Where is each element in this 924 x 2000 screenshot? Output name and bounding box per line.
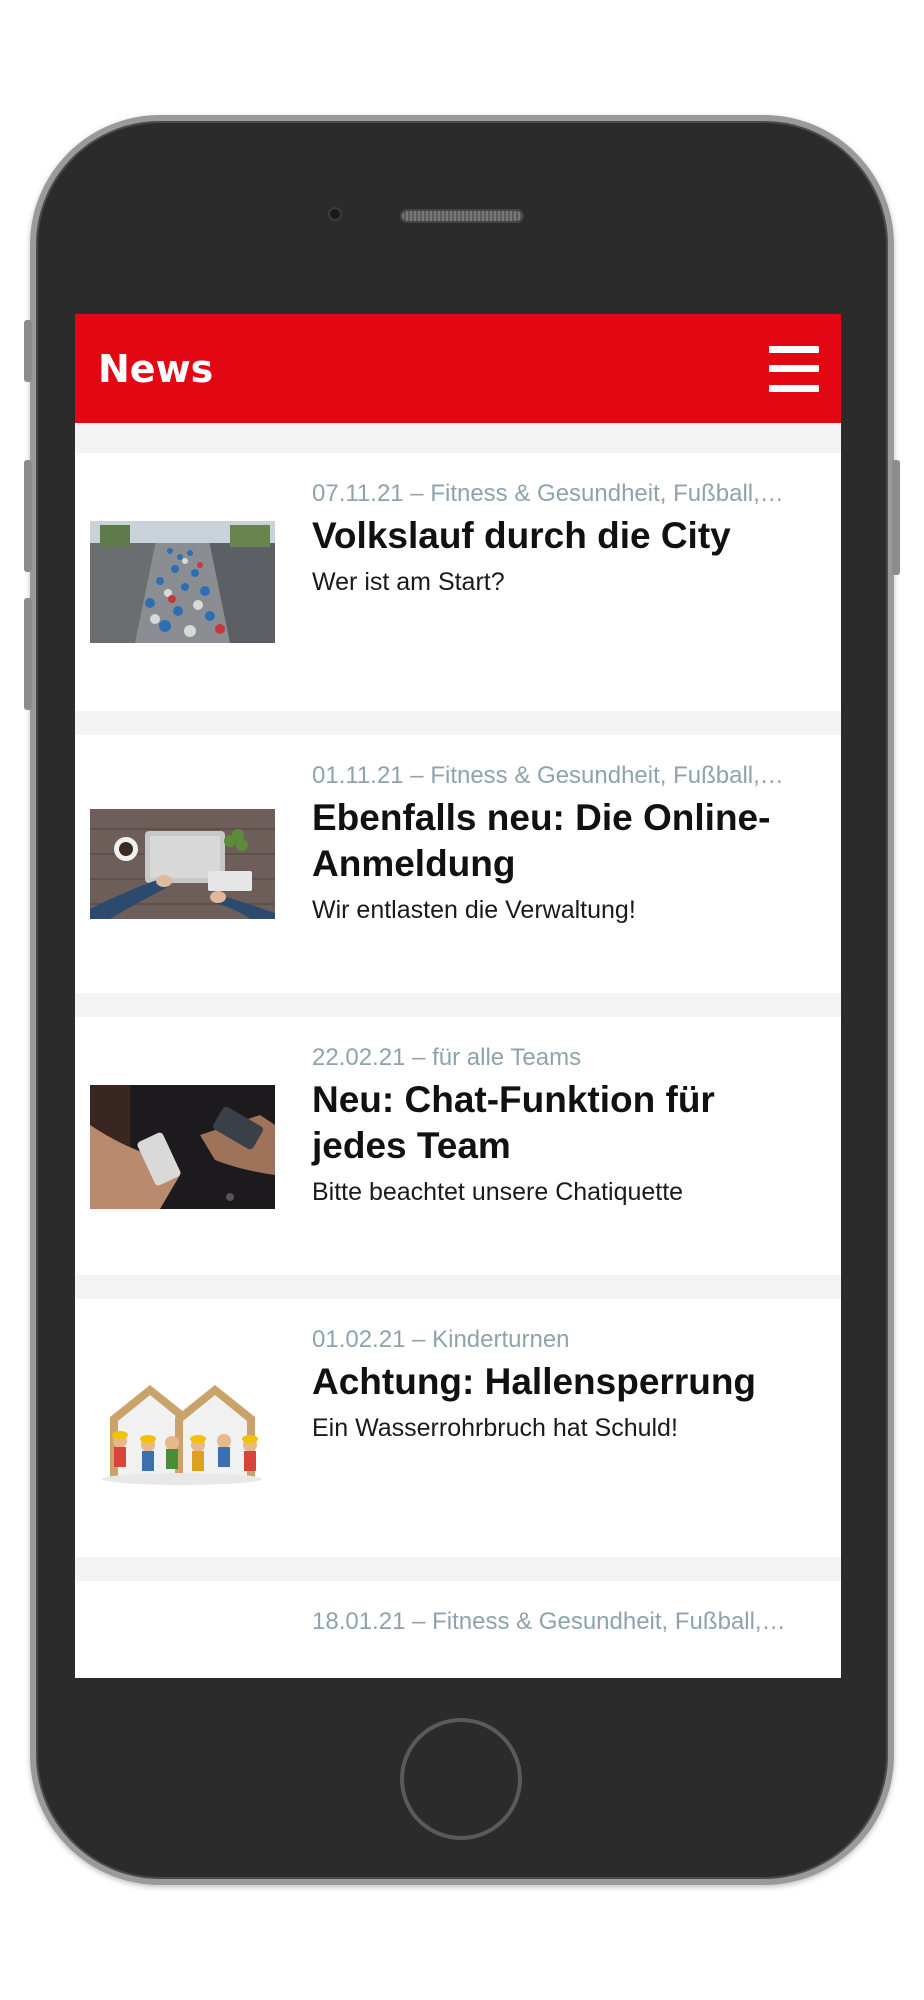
menu-bar-bottom — [769, 384, 819, 392]
news-title: Achtung: Hallensperrung — [312, 1361, 757, 1402]
news-text: 01.02.21 – Kinderturnen Achtung: Hallens… — [312, 1323, 801, 1445]
news-meta: 07.11.21 – Fitness & Gesundheit, Fußball… — [312, 480, 784, 507]
marathon-runners-photo — [90, 521, 275, 643]
mute-switch — [24, 320, 32, 382]
hamburger-menu-icon[interactable] — [769, 345, 819, 392]
volume-up-button — [24, 460, 32, 572]
power-button — [892, 460, 900, 575]
news-list: 07.11.21 – Fitness & Gesundheit, Fußball… — [75, 423, 841, 1678]
earpiece-speaker — [400, 209, 524, 223]
news-title: Ebenfalls neu: Die Online-Anmeldung — [312, 797, 771, 884]
news-subtitle: Bitte beachtet unsere Chatiquette — [312, 1178, 684, 1206]
front-camera — [328, 207, 342, 221]
news-item[interactable]: 01.11.21 – Fitness & Gesundheit, Fußball… — [75, 735, 841, 993]
news-subtitle: Wir entlasten die Verwaltung! — [312, 896, 636, 924]
news-subtitle: Wer ist am Start? — [312, 568, 505, 596]
news-item[interactable]: 07.11.21 – Fitness & Gesundheit, Fußball… — [75, 453, 841, 711]
news-item[interactable]: 22.02.21 – für alle Teams Neu: Chat-Funk… — [75, 1017, 841, 1275]
news-item[interactable]: 18.01.21 – Fitness & Gesundheit, Fußball… — [75, 1581, 841, 1678]
news-subtitle: Ein Wasserrohrbruch hat Schuld! — [312, 1414, 678, 1442]
page-title: News — [98, 346, 214, 391]
news-meta: 18.01.21 – Fitness & Gesundheit, Fußball… — [312, 1608, 786, 1635]
news-text: 22.02.21 – für alle Teams Neu: Chat-Funk… — [312, 1041, 801, 1209]
laptop-desk-photo — [90, 809, 275, 919]
home-button[interactable] — [400, 1718, 522, 1840]
news-meta: 01.02.21 – Kinderturnen — [312, 1326, 570, 1353]
news-title: Neu: Chat-Funktion für jedes Team — [312, 1079, 715, 1166]
app-bar: News — [75, 314, 841, 423]
news-meta: 22.02.21 – für alle Teams — [312, 1044, 582, 1071]
news-meta: 01.11.21 – Fitness & Gesundheit, Fußball… — [312, 762, 784, 789]
worker-figurines-photo — [90, 1367, 275, 1492]
news-title: Volkslauf durch die City — [312, 515, 731, 556]
news-text: 18.01.21 – Fitness & Gesundheit, Fußball… — [312, 1605, 801, 1639]
phone-screen: News 07.11.21 – Fitness & Gesundheit, Fu… — [75, 314, 841, 1678]
volume-down-button — [24, 598, 32, 710]
news-text: 07.11.21 – Fitness & Gesundheit, Fußball… — [312, 477, 801, 599]
smartphones-hands-photo — [90, 1085, 275, 1209]
menu-bar-top — [769, 345, 819, 353]
news-text: 01.11.21 – Fitness & Gesundheit, Fußball… — [312, 759, 801, 927]
menu-bar-middle — [769, 365, 819, 372]
news-item[interactable]: 01.02.21 – Kinderturnen Achtung: Hallens… — [75, 1299, 841, 1557]
